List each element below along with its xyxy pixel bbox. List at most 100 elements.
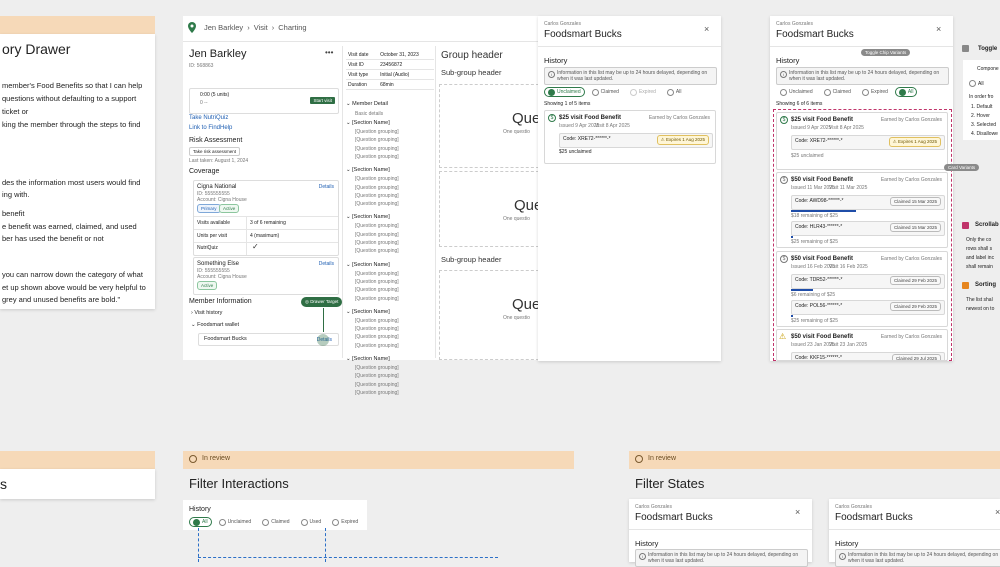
section-heading[interactable]: ⌄ [Section Name]	[346, 120, 390, 126]
bottom-filter-used[interactable]: Used	[296, 517, 326, 527]
drawer-all: Carlos Gonzales Foodsmart Bucks × Histor…	[770, 16, 980, 361]
subgroup-header-1: Sub-group header	[441, 68, 502, 77]
benefit-card: $ $50 visit Food Benefit Earned by Carlos …	[776, 251, 948, 327]
take-nutriquiz-link[interactable]: Take NutriQuiz	[189, 115, 228, 121]
question-grouping: [Question grouping]	[355, 287, 399, 294]
plan1-details-link[interactable]: Details	[319, 184, 334, 190]
section-heading[interactable]: ⌄ [Section Name]	[346, 214, 390, 220]
claimed-badge: Claimed 29 Feb 2025	[889, 302, 941, 311]
question-grouping: [Question grouping]	[355, 389, 399, 396]
benefit-code: Code: POL56-******-* Claimed 29 Feb 2025	[791, 300, 945, 315]
usage-bar	[791, 236, 793, 238]
warning-icon: ⚠	[779, 332, 787, 341]
question-grouping: [Question grouping]	[355, 153, 399, 160]
benefit-card: ⚠ $50 visit Food Benefit Earned by Carlos …	[776, 329, 948, 361]
close-icon[interactable]: ×	[704, 24, 709, 34]
story-text-4: you can narrow down the category of what…	[2, 270, 146, 304]
drawer-single: Carlos Gonzales Foodsmart Bucks × Histor…	[538, 16, 721, 361]
claimed-badge: Claimed 15 Mar 2025	[889, 223, 941, 232]
basic-details: Basic details	[355, 111, 384, 117]
member-detail-heading[interactable]: ⌄ Member Detail	[346, 101, 388, 107]
foodsmart-wallet-item[interactable]: ⌄ Foodsmart wallet	[191, 322, 239, 328]
benefit-code: Code: TDR52-******-* Claimed 29 Feb 2025	[791, 274, 945, 289]
subgroup-header-2: Sub-group header	[441, 255, 502, 264]
question-grouping: [Question grouping]	[355, 240, 399, 246]
section-heading[interactable]: ⌄ [Section Name]	[346, 356, 390, 362]
risk-assessment-button[interactable]: Take risk assessment	[189, 147, 241, 156]
toggle-chip-tag: Toggle Chip Variants	[861, 49, 911, 56]
story-banner	[0, 16, 155, 34]
benefit-card: $ $50 visit Food Benefit Earned by Carlos …	[776, 172, 948, 248]
more-icon[interactable]: •••	[325, 48, 333, 57]
question-grouping: [Question grouping]	[355, 295, 399, 302]
filter-claimed[interactable]: Claimed	[587, 87, 623, 97]
close-icon[interactable]: ×	[936, 24, 941, 34]
drawer1-title: Foodsmart Bucks	[544, 29, 622, 40]
risk-date: Last taken: August 1, 2024	[189, 158, 249, 164]
link-findhelp-link[interactable]: Link to FindHelp	[189, 125, 232, 131]
breadcrumb-charting: Charting	[278, 23, 307, 32]
section-heading[interactable]: ⌄ [Section Name]	[346, 167, 390, 173]
bottom-filter-expired[interactable]: Expired	[328, 517, 363, 527]
check-icon: ✓	[252, 242, 259, 251]
question-grouping: [Question grouping]	[355, 145, 399, 152]
question-block-3: Que One questio	[439, 270, 540, 360]
bottom-filter-unclaimed[interactable]: Unclaimed	[214, 517, 256, 527]
question-grouping: [Question grouping]	[355, 278, 399, 285]
question-grouping: [Question grouping]	[355, 373, 399, 380]
charting-app: Jen Barkley › Visit › Charting Jen Barkl…	[183, 16, 542, 396]
breadcrumb-member[interactable]: Jen Barkley	[204, 23, 243, 32]
visit-table: Visit date October 31, 2023 Visit ID 23456…	[346, 50, 434, 90]
benefit-card: $ $25 visit Food Benefit Earned by Carlos …	[776, 112, 948, 170]
drawer2-title: Foodsmart Bucks	[776, 29, 854, 40]
active-badge: Active	[219, 204, 240, 213]
filter-all[interactable]: All	[662, 87, 686, 97]
plan2-details-link[interactable]: Details	[319, 261, 334, 267]
drawer1-info: Information in this list may be up to 24…	[544, 67, 717, 85]
mini-drawer-2: Carlos Gonzales Foodsmart Bucks × Histor…	[829, 499, 1000, 567]
benefit-card: $ $25 visit Food Benefit Earned by Carlo…	[544, 110, 716, 164]
filter-expired[interactable]: Expired	[625, 87, 660, 97]
start-visit-button[interactable]: Start visit	[310, 97, 335, 104]
visit-history-item[interactable]: › Visit history	[191, 310, 222, 316]
question-grouping: [Question grouping]	[355, 342, 399, 349]
claimed-badge: Claimed 29 Jul 2025	[891, 354, 941, 360]
close-icon[interactable]: ×	[995, 507, 1000, 517]
group-header: Group header	[441, 50, 503, 61]
section-heading[interactable]: ⌄ [Section Name]	[346, 309, 390, 315]
filter-claimed[interactable]: Claimed	[819, 87, 855, 97]
drawer1-history: History	[544, 56, 568, 65]
drawer2-filters: Unclaimed Claimed Expired All	[776, 87, 920, 97]
bottom-filter-all[interactable]: All	[189, 517, 212, 527]
claimed-badge: Claimed 29 Feb 2025	[889, 276, 941, 285]
cursor-target-dot	[317, 334, 329, 346]
bottom-filter-claimed[interactable]: Claimed	[258, 517, 294, 527]
story-text-3: benefit e benefit was earned, claimed, a…	[2, 209, 137, 243]
active-badge-2: Active	[197, 281, 218, 290]
question-grouping: [Question grouping]	[355, 334, 399, 341]
benefit-code: Code: XRE72-******-* ⚠ Expires 1 Aug 202…	[559, 133, 713, 148]
drawer2-info: Information in this list may be up to 24…	[776, 67, 949, 85]
question-grouping: [Question grouping]	[355, 365, 399, 371]
benefit-code: Code: XRE72-******-* ⚠ Expires 1 Aug 2025	[791, 135, 945, 150]
story-text-1: member's Food Benefits so that I can hel…	[2, 81, 143, 129]
benefit-code: Code: AWD98-******-* Claimed 15 Mar 2025	[791, 195, 945, 210]
filter-all[interactable]: All	[894, 87, 918, 97]
filter-expired[interactable]: Expired	[857, 87, 892, 97]
right-notes: Toggle Compone All In order fro 1. Defau…	[960, 40, 1000, 340]
drawer-target-tag: ◎ Drawer Target	[301, 297, 343, 307]
breadcrumb-visit[interactable]: Visit	[254, 23, 268, 32]
review-banner-1: In review	[183, 451, 574, 469]
question-grouping: [Question grouping]	[355, 248, 399, 255]
filter-interactions-frame: History All Unclaimed Claimed Used Expir…	[183, 500, 367, 530]
close-icon[interactable]: ×	[795, 507, 800, 517]
drawer1-showing: Showing 1 of 5 items	[544, 101, 591, 107]
primary-badge: Primary	[197, 204, 221, 213]
filter-unclaimed[interactable]: Unclaimed	[776, 87, 817, 97]
clock-icon	[189, 455, 197, 463]
question-grouping: [Question grouping]	[355, 129, 399, 135]
section-heading[interactable]: ⌄ [Section Name]	[346, 262, 390, 268]
location-pin-icon	[188, 22, 196, 33]
clock-icon	[635, 455, 643, 463]
filter-unclaimed[interactable]: Unclaimed	[544, 87, 585, 97]
